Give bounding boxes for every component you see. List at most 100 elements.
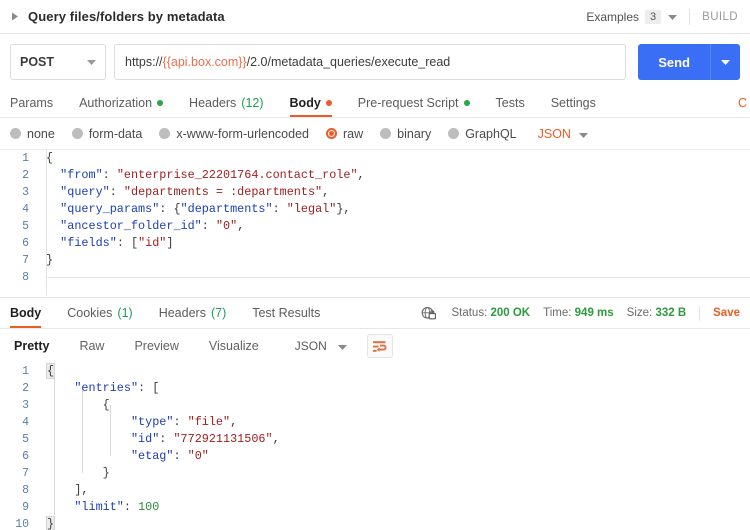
request-url-value: https://{{api.box.com}}/2.0/metadata_que… <box>125 55 450 69</box>
send-options-chevron-down-icon[interactable] <box>710 44 740 80</box>
line-number: 7 <box>0 465 38 482</box>
tab-tests[interactable]: Tests <box>483 88 538 117</box>
line-number: 2 <box>0 380 38 397</box>
tab-label: Headers <box>159 306 206 320</box>
triangle-right-icon[interactable] <box>8 10 22 24</box>
line-number: 8 <box>0 269 38 286</box>
line-number: 7 <box>0 252 38 269</box>
body-type-binary[interactable]: binary <box>380 127 431 141</box>
examples-count-badge: 3 <box>645 10 661 24</box>
code-line: 1 { <box>0 150 750 167</box>
code-line: 6 "fields": ["id"] <box>0 235 750 252</box>
code-text: { <box>38 150 750 167</box>
response-body-viewer[interactable]: 1 { 2 "entries": [ 3 { 4 "type": "file",… <box>0 363 750 530</box>
code-text: "fields": ["id"] <box>38 235 750 252</box>
code-text: "query": "departments = :departments", <box>38 184 750 201</box>
response-tab-body[interactable]: Body <box>10 299 54 328</box>
tab-pre-request-script[interactable]: Pre-request Script <box>345 88 483 117</box>
line-number: 6 <box>0 235 38 252</box>
view-tab-raw[interactable]: Raw <box>64 339 119 353</box>
body-type-x-www-form-urlencoded[interactable]: x-www-form-urlencoded <box>159 127 309 141</box>
body-type-raw[interactable]: raw <box>326 127 363 141</box>
request-url-input[interactable]: https://{{api.box.com}}/2.0/metadata_que… <box>114 44 626 80</box>
response-tab-test-results[interactable]: Test Results <box>239 299 333 328</box>
line-number: 8 <box>0 482 38 499</box>
code-line: 10 } <box>0 516 750 530</box>
url-bar: POST https://{{api.box.com}}/2.0/metadat… <box>0 34 750 89</box>
examples-label: Examples <box>586 10 639 24</box>
title-bar-actions: Examples 3 BUILD <box>586 9 738 25</box>
radio-icon <box>159 128 170 139</box>
response-format-select[interactable]: JSON <box>286 333 355 359</box>
response-tab-headers[interactable]: Headers (7) <box>146 299 240 328</box>
radio-label: none <box>27 127 55 141</box>
code-text: } <box>38 516 750 530</box>
line-number: 4 <box>0 414 38 431</box>
status-dot-icon <box>157 100 163 106</box>
send-button[interactable]: Send <box>638 44 710 80</box>
view-tab-preview[interactable]: Preview <box>119 339 193 353</box>
http-method-select[interactable]: POST <box>10 44 106 80</box>
globe-lock-icon[interactable] <box>421 306 436 321</box>
tab-label: Body <box>290 96 321 110</box>
body-format-select[interactable]: JSON <box>538 125 588 143</box>
code-line: 1 { <box>0 363 750 380</box>
response-status: Status: 200 OK <box>451 307 530 319</box>
body-type-none[interactable]: none <box>10 127 55 141</box>
code-text: ], <box>38 482 750 499</box>
code-text: "entries": [ <box>38 380 750 397</box>
build-button[interactable]: BUILD <box>702 11 738 23</box>
tab-label: Headers <box>189 96 236 110</box>
radio-icon <box>72 128 83 139</box>
code-text: "id": "772921131506", <box>38 431 750 448</box>
tab-params[interactable]: Params <box>10 88 66 117</box>
code-line: 2 "entries": [ <box>0 380 750 397</box>
code-line: 9 "limit": 100 <box>0 499 750 516</box>
code-text: "type": "file", <box>38 414 750 431</box>
line-number: 1 <box>0 150 38 167</box>
view-tab-pretty[interactable]: Pretty <box>10 339 64 353</box>
code-line: 7 } <box>0 465 750 482</box>
tab-body[interactable]: Body <box>277 88 345 117</box>
code-text: } <box>38 465 750 482</box>
response-tab-cookies[interactable]: Cookies (1) <box>54 299 145 328</box>
code-line: 2 "from": "enterprise_22201764.contact_r… <box>0 167 750 184</box>
code-line: 7 } <box>0 252 750 269</box>
send-group: Send <box>638 44 740 80</box>
line-number: 10 <box>0 516 38 530</box>
body-type-graphql[interactable]: GraphQL <box>448 127 516 141</box>
save-response-button[interactable]: Save <box>713 307 740 319</box>
line-number: 4 <box>0 201 38 218</box>
tab-label: Settings <box>551 96 596 110</box>
word-wrap-icon[interactable] <box>367 334 393 358</box>
http-method-value: POST <box>20 55 54 69</box>
code-line: 5 "id": "772921131506", <box>0 431 750 448</box>
code-line: 6 "etag": "0" <box>0 448 750 465</box>
tabs-overflow-label[interactable]: C <box>738 96 748 110</box>
line-number: 6 <box>0 448 38 465</box>
body-type-options: none form-data x-www-form-urlencoded raw… <box>0 118 750 149</box>
tab-settings[interactable]: Settings <box>538 88 609 117</box>
body-type-form-data[interactable]: form-data <box>72 127 143 141</box>
code-text: "from": "enterprise_22201764.contact_rol… <box>38 167 750 184</box>
request-title-bar: Query files/folders by metadata Examples… <box>0 0 750 34</box>
status-dot-icon <box>326 100 332 106</box>
body-format-value: JSON <box>538 127 571 141</box>
page-title: Query files/folders by metadata <box>28 9 225 24</box>
radio-icon <box>10 128 21 139</box>
tab-label: Tests <box>496 96 525 110</box>
view-tab-visualize[interactable]: Visualize <box>194 339 274 353</box>
tab-label: Test Results <box>252 306 320 320</box>
request-body-editor[interactable]: 1 { 2 "from": "enterprise_22201764.conta… <box>0 149 750 297</box>
line-number: 2 <box>0 167 38 184</box>
chevron-down-icon[interactable] <box>668 14 677 20</box>
request-tabs: Params Authorization Headers (12) Body P… <box>0 89 750 118</box>
tab-label: Cookies <box>67 306 112 320</box>
code-text: { <box>38 397 750 414</box>
tab-label: Body <box>10 306 41 320</box>
tab-headers[interactable]: Headers (12) <box>176 88 276 117</box>
code-line: 3 "query": "departments = :departments", <box>0 184 750 201</box>
code-text: "etag": "0" <box>38 448 750 465</box>
tab-authorization[interactable]: Authorization <box>66 88 176 117</box>
tab-count: (7) <box>211 306 226 320</box>
